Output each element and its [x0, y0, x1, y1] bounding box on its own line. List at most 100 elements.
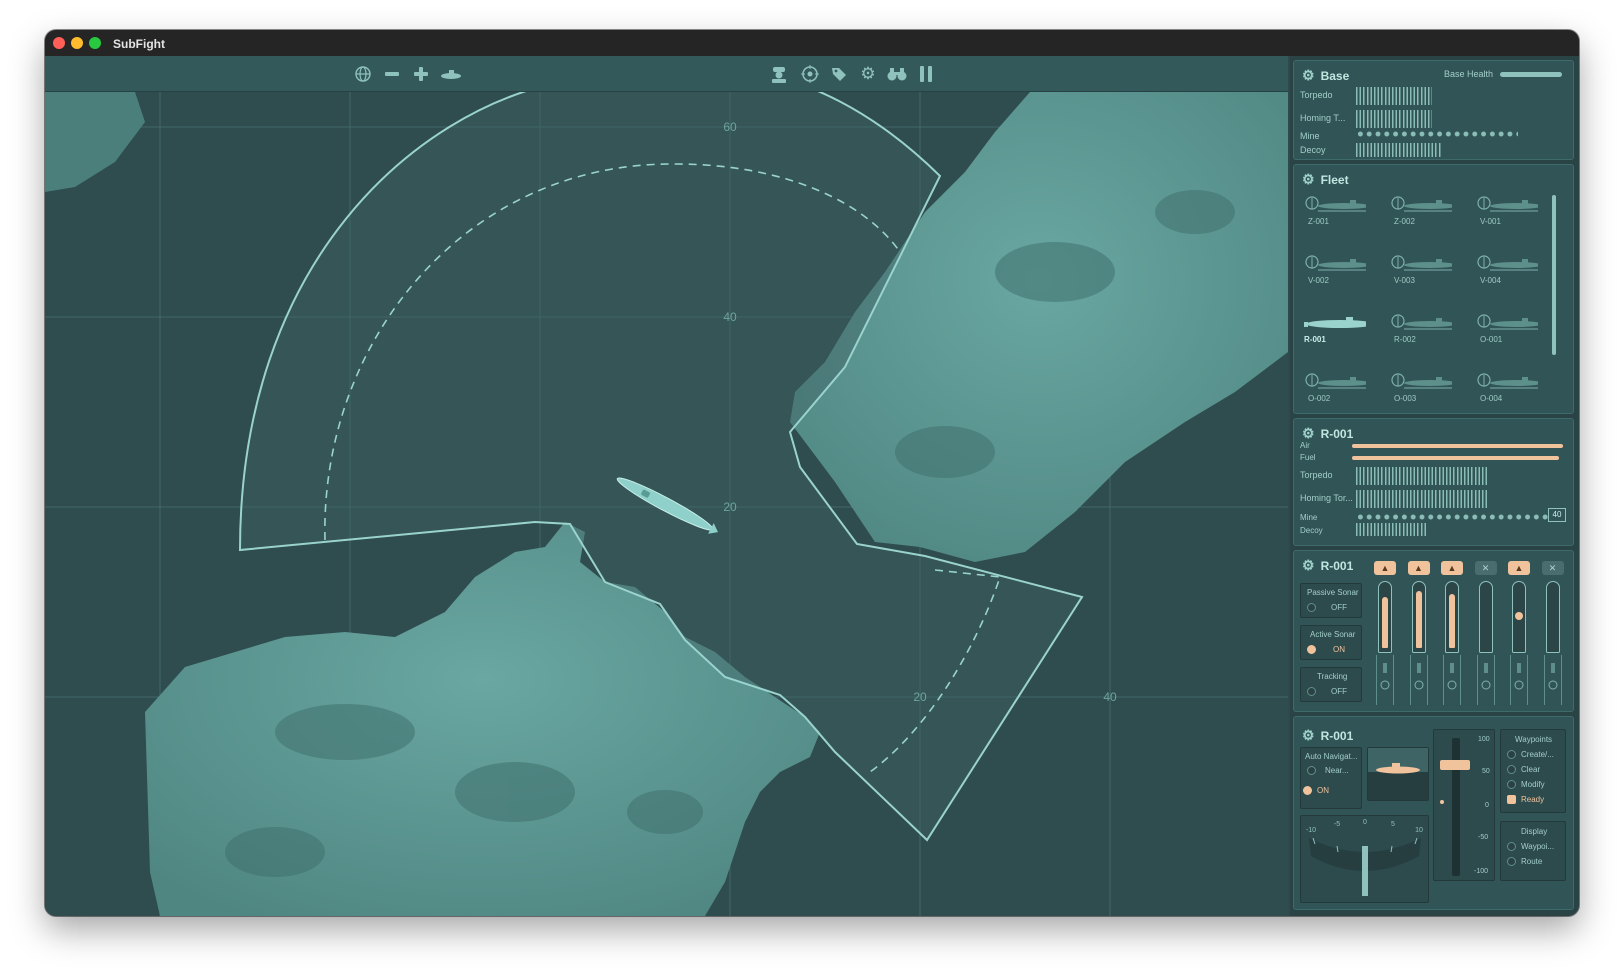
gauge-label: -5 [1334, 821, 1340, 828]
launch-tube-button[interactable]: ▲ [1441, 561, 1463, 575]
title-bar: SubFight [45, 30, 1579, 56]
tube-valve-icon [1409, 655, 1428, 705]
row-label: Mine [1300, 131, 1320, 141]
base-panel: ⚙ Base Base Health Torpedo Homing T... Mi… [1293, 60, 1574, 160]
gauge-label: -10 [1306, 827, 1316, 834]
tube-disabled-icon[interactable]: ✕ [1541, 561, 1564, 575]
captain-icon[interactable] [766, 61, 792, 87]
tube-valve-icon [1510, 655, 1528, 705]
depth-slider-handle[interactable] [1440, 760, 1470, 770]
homing-torpedo-load [1356, 490, 1488, 508]
show-route-option: Route [1521, 857, 1543, 866]
torpedo-tube[interactable] [1545, 581, 1560, 653]
active-sonar-control[interactable]: Active Sonar ON [1300, 625, 1362, 660]
torpedo-tube[interactable] [1411, 581, 1426, 653]
anchored-submarine-icon [1477, 255, 1538, 271]
torpedo-tube[interactable] [1378, 581, 1392, 653]
gear-icon[interactable]: ⚙ [1302, 557, 1315, 574]
tube-valve-icon [1443, 655, 1461, 705]
show-route-toggle[interactable] [1507, 857, 1516, 866]
torpedo-load [1356, 467, 1488, 485]
active-sonar-toggle[interactable] [1307, 645, 1316, 654]
grid-label-20: 20 [723, 500, 737, 514]
status-panel: ⚙ R-001 Air Fuel Torpedo Homing Tor... Mi… [1293, 418, 1574, 546]
minimize-window-button[interactable] [71, 37, 83, 49]
depth-control[interactable]: 100 50 0 -50 -100 [1433, 729, 1495, 881]
torpedo-tube[interactable] [1445, 581, 1459, 653]
fleet-ship-label: O-001 [1480, 335, 1503, 344]
ready-option: Ready [1521, 795, 1545, 804]
ready-toggle[interactable] [1507, 795, 1516, 804]
torpedo-tube[interactable] [1512, 581, 1526, 653]
tube-valve-icon [1376, 655, 1394, 705]
row-label: Torpedo [1300, 90, 1333, 100]
map-view[interactable]: 60 40 20 20 40 [45, 92, 1288, 916]
display-control: Display Waypoi... Route [1500, 821, 1566, 881]
launch-tube-button[interactable]: ▲ [1374, 561, 1396, 575]
fleet-ship[interactable]: Z-001 [1304, 195, 1382, 243]
tube-valve-icon [1543, 655, 1562, 705]
close-window-button[interactable] [53, 37, 65, 49]
zoom-window-button[interactable] [89, 37, 101, 49]
fleet-ship[interactable]: V-002 [1304, 254, 1382, 302]
fleet-ship-label: R-002 [1394, 335, 1416, 344]
passive-sonar-control[interactable]: Passive Sonar OFF [1300, 583, 1362, 618]
passive-sonar-toggle[interactable] [1307, 603, 1316, 612]
rudder-gauge[interactable]: -10 -5 0 5 10 [1300, 815, 1429, 903]
gear-icon[interactable]: ⚙ [1302, 67, 1315, 84]
mine-stock [1356, 129, 1518, 139]
panel-title: R-001 [1320, 426, 1354, 441]
fleet-ship[interactable]: O-003 [1390, 372, 1468, 420]
decoy-load [1356, 523, 1426, 536]
nearest-option: Near... [1325, 766, 1349, 775]
create-waypoint-toggle[interactable] [1507, 750, 1516, 759]
fleet-ship[interactable]: O-001 [1476, 313, 1554, 361]
auto-nav-toggle[interactable] [1303, 786, 1312, 795]
fleet-ship[interactable]: Z-002 [1390, 195, 1468, 243]
fleet-ship[interactable]: O-004 [1476, 372, 1554, 420]
fleet-ship[interactable]: V-003 [1390, 254, 1468, 302]
fleet-ship[interactable]: O-002 [1304, 372, 1382, 420]
launch-tube-button[interactable]: ▲ [1407, 561, 1430, 575]
fleet-ship[interactable]: V-004 [1476, 254, 1554, 302]
window-title: SubFight [113, 37, 165, 51]
gear-icon[interactable]: ⚙ [1302, 425, 1315, 442]
globe-icon[interactable] [350, 61, 376, 87]
tube-disabled-icon[interactable]: ✕ [1474, 561, 1497, 575]
display-title: Display [1521, 827, 1548, 836]
tracking-toggle[interactable] [1307, 687, 1316, 696]
waypoints-title: Waypoints [1515, 735, 1553, 744]
gauge-label: 10 [1415, 827, 1423, 834]
nearest-toggle[interactable] [1307, 766, 1316, 775]
gear-icon[interactable]: ⚙ [855, 61, 881, 87]
depth-label: -100 [1474, 868, 1489, 875]
row-label: Decoy [1300, 145, 1326, 155]
decoy-stock [1356, 143, 1442, 157]
app-window: SubFight ⚙ 60 40 20 20 40 ⚙ Base Base He… [45, 30, 1579, 916]
fleet-ship[interactable]: R-002 [1390, 313, 1468, 361]
tag-icon[interactable] [826, 61, 852, 87]
binoculars-icon[interactable] [884, 61, 910, 87]
anchored-submarine-icon [1391, 255, 1452, 271]
crosshair-icon[interactable] [797, 61, 823, 87]
gear-icon[interactable]: ⚙ [1302, 727, 1315, 744]
auto-nav-value: ON [1317, 786, 1329, 795]
launch-tube-button[interactable]: ▲ [1508, 561, 1530, 575]
gear-icon[interactable]: ⚙ [1302, 171, 1315, 188]
modify-waypoint-toggle[interactable] [1507, 780, 1516, 789]
fleet-ship[interactable]: V-001 [1476, 195, 1554, 243]
periscope-view[interactable] [1367, 747, 1429, 801]
row-label: Mine [1300, 513, 1318, 522]
fleet-ship-label: Z-001 [1308, 217, 1329, 226]
zoom-out-icon[interactable] [379, 61, 405, 87]
tracking-control[interactable]: Tracking OFF [1300, 667, 1362, 702]
pause-icon[interactable] [913, 61, 939, 87]
fleet-ship[interactable]: R-001 [1304, 313, 1382, 361]
show-waypoints-toggle[interactable] [1507, 842, 1516, 851]
clear-waypoint-toggle[interactable] [1507, 765, 1516, 774]
torpedo-tube[interactable] [1478, 581, 1493, 653]
zoom-in-icon[interactable] [408, 61, 434, 87]
submarine-icon[interactable] [438, 61, 464, 87]
clear-waypoint-option: Clear [1521, 765, 1541, 774]
gauge-label: 0 [1363, 819, 1367, 826]
